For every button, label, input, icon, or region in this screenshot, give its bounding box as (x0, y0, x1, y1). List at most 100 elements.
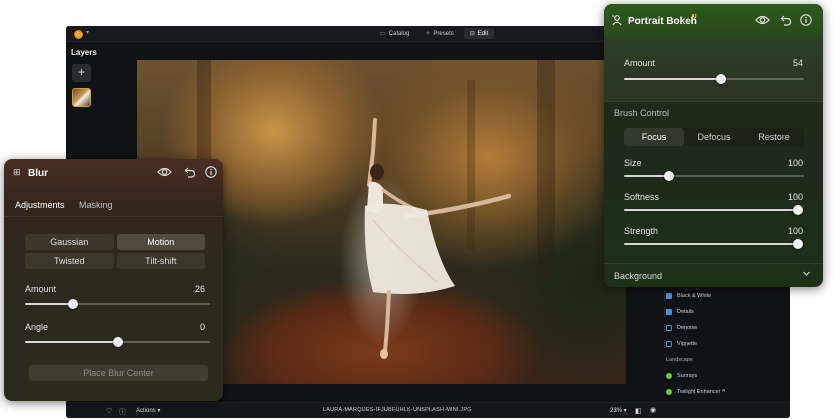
list-item-label: Denoise (677, 325, 698, 331)
portrait-icon (611, 14, 623, 29)
brush-restore-button[interactable]: Restore (744, 128, 804, 146)
eye-icon[interactable] (755, 14, 770, 30)
blur-tabs: Adjustments Masking (4, 195, 223, 217)
amount-label: Amount (25, 284, 57, 294)
chevron-down-icon (802, 269, 811, 280)
amount-value: 26 (194, 284, 205, 294)
bokeh-title: Portrait Bokeh (628, 16, 697, 27)
blur-mode-grid: Gaussian Motion Twisted Tilt-shift (25, 234, 205, 269)
list-item[interactable]: Twilight Enhancer ᴬᴵ (666, 384, 786, 400)
softness-slider[interactable] (624, 205, 803, 215)
nav-catalog[interactable]: ▭ Catalog (374, 28, 415, 39)
undo-icon[interactable] (184, 166, 196, 182)
bottom-bar: ♡ ⓘ Actions ▾ LAURA-MARQUES-IFJUBFUHLK-U… (66, 402, 790, 418)
softness-slider-knob[interactable] (793, 205, 803, 215)
size-slider-fill (624, 175, 669, 177)
info-icon[interactable] (205, 166, 217, 182)
nav-catalog-label: Catalog (388, 30, 410, 37)
edit-icon: ⊟ (469, 31, 475, 37)
app-logo-icon[interactable] (74, 30, 83, 39)
background-label: Background (614, 271, 663, 281)
strength-label: Strength (624, 226, 659, 236)
black-white-icon (666, 293, 672, 299)
amount-slider[interactable] (25, 299, 210, 309)
softness-slider-fill (624, 209, 798, 211)
list-item[interactable]: Sunrays (666, 368, 786, 384)
blur-title: Blur (28, 168, 48, 179)
place-blur-center-button[interactable]: Place Blur Center (29, 365, 208, 381)
section-landscape: Landscape (666, 357, 693, 363)
size-label: Size (624, 158, 642, 168)
mode-twisted-button[interactable]: Twisted (25, 253, 114, 269)
bokeh-panel-header: Portrait Bokeh AI (604, 4, 823, 38)
eye-icon[interactable] (157, 166, 172, 182)
list-item[interactable]: Black & White (666, 288, 786, 304)
list-item[interactable]: Vignette (666, 336, 786, 352)
strength-value: 100 (787, 226, 803, 236)
softness-value: 100 (787, 192, 803, 202)
background-section-toggle[interactable]: Background (604, 263, 823, 287)
brush-mode-segmented-control: Focus Defocus Restore (624, 128, 804, 146)
list-item-label: Vignette (677, 341, 698, 347)
portrait-bokeh-panel: Portrait Bokeh AI Amount 54 Brush Contro… (604, 4, 823, 287)
nav-edit[interactable]: ⊟ Edit (463, 28, 495, 39)
actions-menu[interactable]: Actions ▾ (136, 407, 160, 414)
bokeh-amount-value: 54 (792, 58, 803, 68)
sunrays-icon (666, 373, 672, 379)
zoom-level[interactable]: 23% ▾ (610, 407, 627, 414)
mode-motion-button[interactable]: Motion (116, 234, 205, 250)
strength-slider-fill (624, 243, 798, 245)
strength-slider-knob[interactable] (793, 239, 803, 249)
mode-gaussian-button[interactable]: Gaussian (25, 234, 114, 250)
info-icon[interactable] (800, 14, 812, 30)
strength-slider[interactable] (624, 239, 803, 249)
bokeh-amount-block: Amount 54 (604, 38, 823, 102)
tab-adjustments[interactable]: Adjustments (15, 200, 65, 210)
blur-panel-header: ⊞ Blur (4, 159, 223, 189)
top-navigation: ▭ Catalog ✧ Presets ⊟ Edit (374, 28, 495, 39)
list-item[interactable]: Details (666, 304, 786, 320)
mode-tilt-shift-button[interactable]: Tilt-shift (116, 253, 205, 269)
ai-badge: AI (691, 14, 697, 20)
add-layer-button[interactable]: + (72, 64, 91, 82)
bokeh-amount-slider-knob[interactable] (716, 74, 727, 84)
angle-value: 0 (199, 322, 205, 332)
vignette-icon (666, 341, 672, 347)
list-item-label: Sunrays (677, 373, 698, 379)
info-icon[interactable]: ⓘ (119, 407, 126, 417)
angle-slider-fill (25, 341, 118, 343)
nav-edit-label: Edit (477, 30, 489, 37)
file-name: LAURA-MARQUES-IFJUBFUHLK-UNSPLASH-MINI.J… (323, 407, 472, 413)
size-slider[interactable] (624, 171, 804, 181)
chevron-down-icon[interactable]: ▾ (86, 29, 89, 36)
bokeh-amount-slider-fill (624, 78, 722, 80)
angle-slider-knob[interactable] (112, 337, 123, 347)
softness-label: Softness (624, 192, 660, 202)
layers-title: Layers (71, 48, 97, 57)
tab-masking[interactable]: Masking (79, 200, 113, 210)
layer-thumbnail[interactable] (72, 88, 91, 107)
angle-slider[interactable] (25, 337, 210, 347)
nav-presets-label: Presets (433, 30, 454, 37)
denoise-icon (666, 325, 672, 331)
angle-label: Angle (25, 322, 49, 332)
compare-icon[interactable]: ◧ (635, 407, 642, 415)
bokeh-amount-label: Amount (624, 58, 656, 68)
undo-icon[interactable] (780, 14, 792, 30)
brush-defocus-button[interactable]: Defocus (684, 128, 744, 146)
brush-control-title: Brush Control (614, 108, 670, 118)
nav-presets[interactable]: ✧ Presets (419, 28, 459, 39)
heart-icon[interactable]: ♡ (106, 407, 112, 415)
list-item-label: Black & White (677, 293, 712, 299)
brush-focus-button[interactable]: Focus (624, 128, 684, 146)
catalog-icon: ▭ (380, 31, 386, 37)
blur-panel: ⊞ Blur Adjustments Masking Gaussian Moti… (4, 159, 223, 401)
grid-icon: ⊞ (13, 167, 21, 177)
bokeh-amount-slider[interactable] (624, 74, 804, 84)
eye-icon[interactable]: ◉ (650, 406, 656, 414)
amount-slider-fill (25, 303, 74, 305)
size-slider-knob[interactable] (664, 171, 674, 181)
presets-icon: ✧ (425, 31, 431, 37)
list-item[interactable]: Denoise (666, 320, 786, 336)
amount-slider-knob[interactable] (68, 299, 79, 309)
